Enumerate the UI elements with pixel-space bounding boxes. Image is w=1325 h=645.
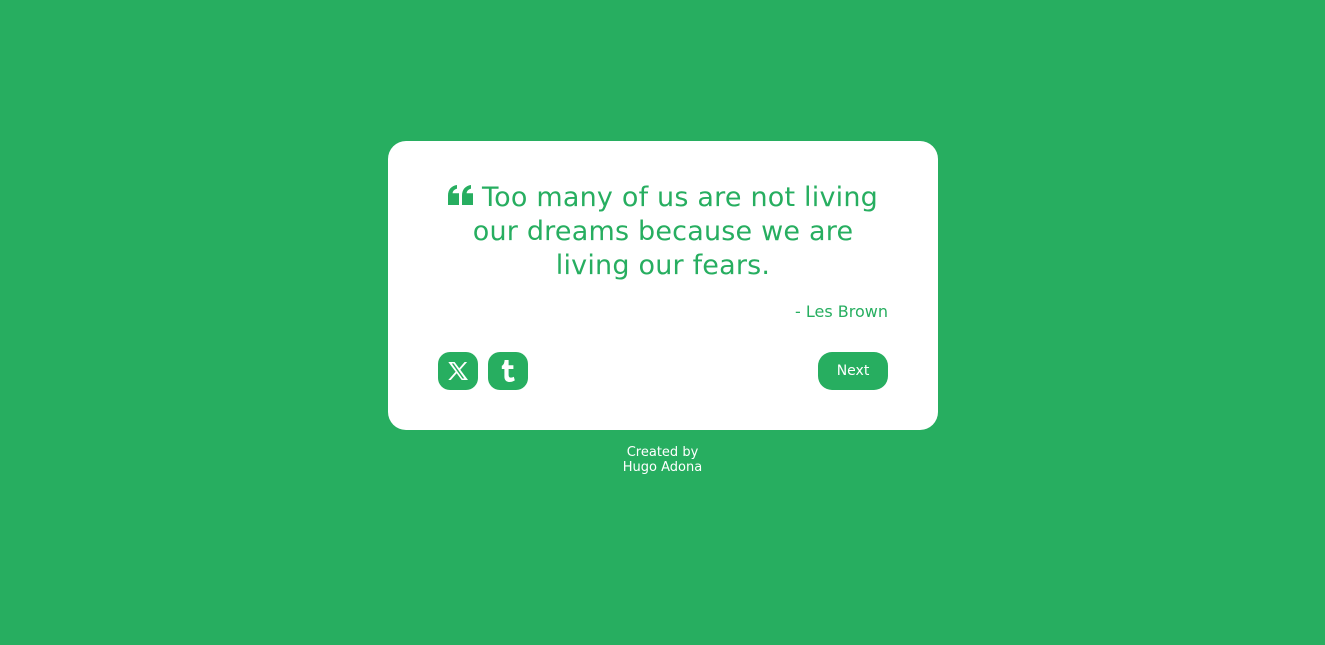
quote-author: - Les Brown — [795, 302, 888, 321]
footer-created-by: Created by — [626, 445, 699, 460]
quote-left-icon — [448, 185, 474, 205]
footer: Created by Hugo Adona — [0, 445, 1325, 475]
quote-text: Too many of us are not living our dreams… — [472, 182, 878, 281]
quote-box: Too many of us are not living our dreams… — [388, 141, 938, 430]
footer-author-link[interactable]: Hugo Adona — [0, 460, 1325, 475]
next-quote-button[interactable]: Next — [818, 352, 888, 390]
tumblr-icon — [501, 360, 515, 382]
tweet-quote-button[interactable] — [438, 352, 478, 390]
tumblr-quote-button[interactable] — [488, 352, 528, 390]
x-twitter-icon — [448, 362, 468, 380]
quote-text-block: Too many of us are not living our dreams… — [438, 181, 888, 283]
